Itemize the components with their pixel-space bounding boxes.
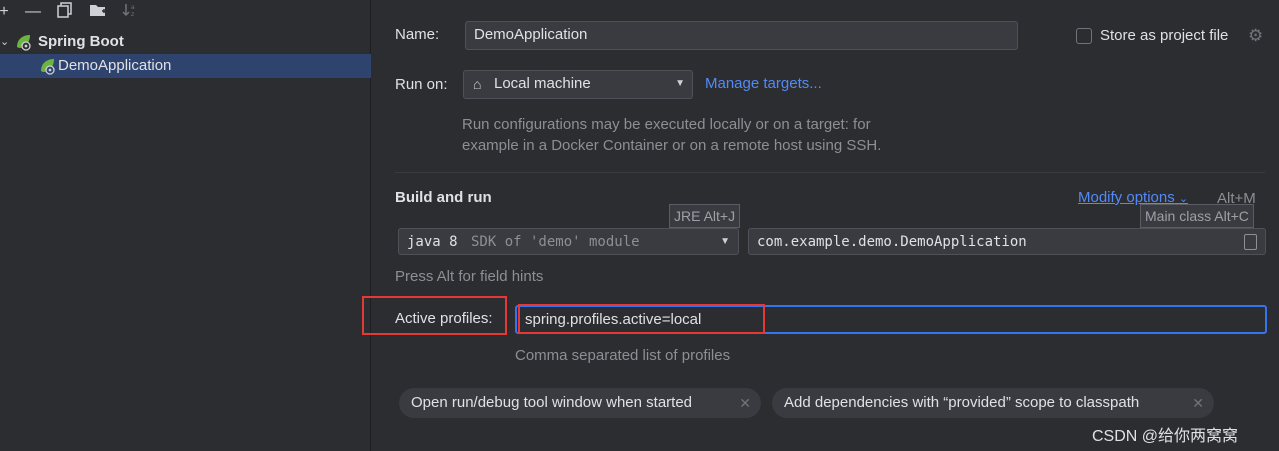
manage-targets-link[interactable]: Manage targets... [705, 75, 822, 92]
copy-icon[interactable] [55, 2, 75, 22]
browse-class-icon[interactable] [1244, 234, 1257, 250]
name-field[interactable]: DemoApplication [465, 21, 1018, 50]
tag-open-run-debug[interactable]: Open run/debug tool window when started … [399, 388, 761, 418]
tree-group-spring-boot[interactable]: ⌄ Spring Boot [0, 30, 371, 54]
svg-text:a: a [131, 4, 135, 11]
jre-sdk-description: SDK of 'demo' module [471, 234, 640, 250]
tag-label: Add dependencies with “provided” scope t… [784, 394, 1140, 411]
run-on-hint-line1: Run configurations may be executed local… [462, 116, 871, 133]
jre-dropdown[interactable]: java 8 SDK of 'demo' module ▼ [398, 228, 739, 255]
main-class-value: com.example.demo.DemoApplication [757, 234, 1027, 250]
spring-boot-app-icon [38, 57, 56, 75]
run-on-label: Run on: [395, 76, 448, 93]
home-icon: ⌂ [473, 76, 482, 92]
sort-icon[interactable]: az [120, 2, 140, 22]
remove-icon[interactable]: — [23, 2, 43, 22]
store-as-project-file-checkbox[interactable] [1076, 28, 1092, 44]
dropdown-arrow-icon: ▼ [675, 78, 685, 89]
dropdown-arrow-icon: ▼ [720, 236, 730, 247]
run-config-form: Name: DemoApplication Store as project f… [362, 0, 1279, 451]
store-as-project-file-label[interactable]: Store as project file [1100, 27, 1228, 44]
main-class-tooltip: Main class Alt+C [1140, 204, 1254, 228]
tag-label: Open run/debug tool window when started [411, 394, 693, 411]
section-divider [395, 172, 1265, 173]
new-folder-icon[interactable] [88, 2, 108, 22]
tree-item-label: DemoApplication [58, 57, 172, 74]
highlight-box-value [518, 304, 765, 334]
gear-icon[interactable]: ⚙ [1248, 26, 1263, 46]
add-icon[interactable]: + [0, 2, 14, 22]
tree-toolbar: + — az [0, 0, 371, 26]
build-and-run-heading: Build and run [395, 189, 492, 206]
jre-tooltip: JRE Alt+J [669, 204, 741, 228]
watermark: CSDN @给你两窝窝 [1092, 428, 1239, 445]
main-class-field[interactable]: com.example.demo.DemoApplication [748, 228, 1266, 255]
alt-hint: Press Alt for field hints [395, 268, 544, 285]
highlight-box-label [362, 296, 507, 335]
run-config-tree-panel: + — az ⌄ Spring Boot DemoApplication [0, 0, 371, 451]
jre-java-version: java 8 [407, 234, 458, 250]
tree-item-demo-application[interactable]: DemoApplication [0, 54, 371, 78]
tree-group-label: Spring Boot [38, 33, 124, 50]
tag-provided-scope[interactable]: Add dependencies with “provided” scope t… [772, 388, 1214, 418]
spring-boot-icon [14, 33, 32, 51]
chevron-down-icon[interactable]: ⌄ [0, 30, 10, 54]
name-label: Name: [395, 26, 440, 43]
close-icon[interactable]: ✕ [1192, 388, 1204, 418]
run-on-dropdown[interactable]: ⌂ Local machine ▼ [463, 70, 693, 99]
profiles-hint: Comma separated list of profiles [515, 347, 731, 364]
run-on-hint-line2: example in a Docker Container or on a re… [462, 137, 882, 154]
svg-text:z: z [131, 11, 134, 18]
run-on-value: Local machine [494, 75, 591, 92]
close-icon[interactable]: ✕ [739, 388, 751, 418]
